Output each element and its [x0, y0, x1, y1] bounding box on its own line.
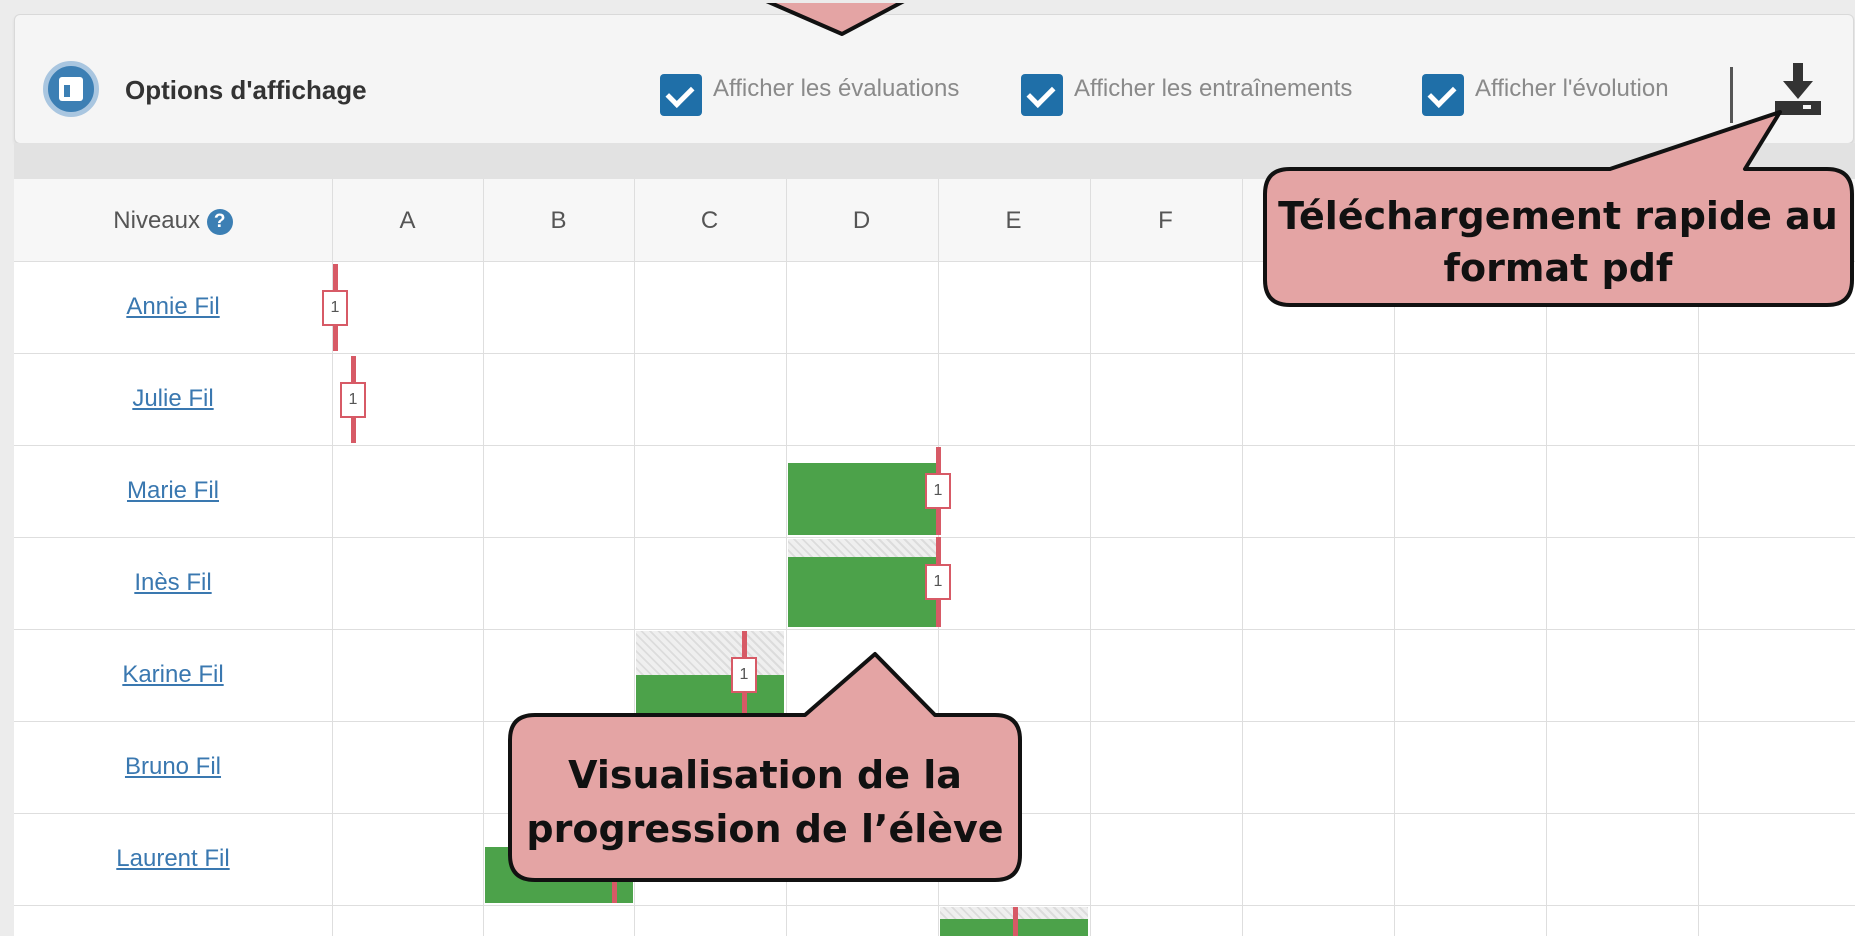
progress-bar — [788, 463, 936, 535]
column-header-d: D — [852, 207, 871, 234]
level-marker[interactable]: 1 — [925, 564, 951, 600]
display-options-icon — [43, 61, 99, 117]
display-options-title: Options d'affichage — [125, 75, 367, 105]
level-marker[interactable]: 1 — [322, 290, 348, 326]
column-header-c: C — [700, 207, 719, 234]
level-marker[interactable]: 1 — [340, 382, 366, 418]
column-header-e: E — [1005, 207, 1022, 234]
show-evaluations-label[interactable]: Afficher les évaluations — [713, 75, 959, 103]
student-link-ines[interactable]: Inès Fil — [14, 569, 332, 597]
help-icon[interactable]: ? — [206, 208, 233, 235]
download-callout-line-2: format pdf — [1443, 246, 1673, 290]
levels-header: Niveaux ? — [14, 207, 332, 235]
show-evolution-label[interactable]: Afficher l'évolution — [1475, 75, 1669, 103]
app: Options d'affichage Afficher les évaluat… — [0, 0, 1855, 936]
level-marker-line — [1013, 907, 1018, 936]
progress-callout: Visualisation de la progression de l’élè… — [512, 748, 1018, 856]
student-link-karine[interactable]: Karine Fil — [14, 661, 332, 689]
student-link-annie[interactable]: Annie Fil — [14, 293, 332, 321]
student-link-bruno[interactable]: Bruno Fil — [14, 753, 332, 781]
download-callout-line-1: Téléchargement rapide au — [1278, 194, 1838, 238]
show-trainings-checkbox[interactable] — [1021, 74, 1063, 116]
show-trainings-label[interactable]: Afficher les entraînements — [1074, 75, 1352, 103]
show-evaluations-checkbox[interactable] — [660, 74, 702, 116]
level-marker[interactable]: 1 — [925, 473, 951, 509]
levels-header-label: Niveaux — [113, 207, 201, 234]
student-link-marie[interactable]: Marie Fil — [14, 477, 332, 505]
column-header-f: F — [1158, 207, 1173, 234]
progress-callout-line-1: Visualisation de la — [568, 753, 962, 797]
progress-bar — [788, 557, 936, 627]
student-link-laurent[interactable]: Laurent Fil — [14, 845, 332, 873]
top-callout-pointer — [760, 0, 910, 36]
student-link-julie[interactable]: Julie Fil — [14, 385, 332, 413]
column-header-a: A — [399, 207, 416, 234]
progress-callout-line-2: progression de l’élève — [526, 807, 1004, 851]
download-callout: Téléchargement rapide au format pdf — [1268, 190, 1848, 294]
column-header-b: B — [550, 207, 567, 234]
previous-level-zone — [788, 539, 936, 557]
